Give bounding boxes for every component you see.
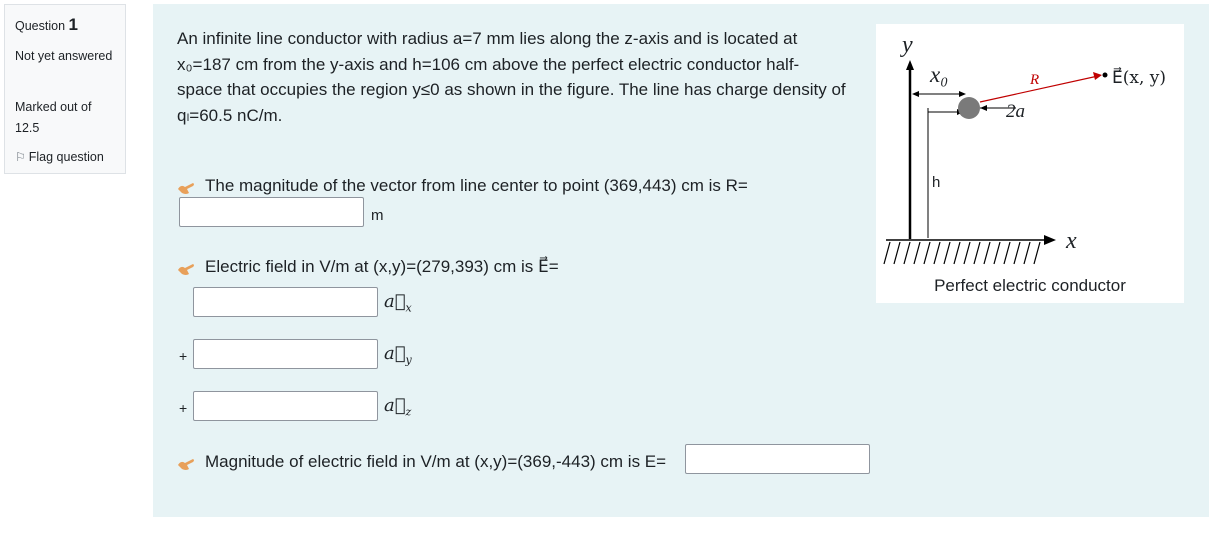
figure-h-label: h [932, 174, 941, 191]
part-3-prompt: Magnitude of electric field in V/m at (x… [177, 452, 666, 472]
figure-x0-label: x₀ [930, 62, 949, 87]
plus-sign: + [179, 400, 188, 416]
answer-r-input[interactable] [179, 197, 364, 227]
answer-e-magnitude-input[interactable] [685, 444, 870, 474]
question-number: Question 1 [15, 15, 78, 35]
unit-vector-ax: a⃗x [384, 291, 412, 315]
part-1-text: The magnitude of the vector from line ce… [205, 176, 748, 195]
question-number-value: 1 [68, 15, 78, 34]
answer-ex-input[interactable] [193, 287, 378, 317]
answer-ey-input[interactable] [193, 339, 378, 369]
part-2-prompt: Electric field in V/m at (x,y)=(279,393)… [177, 257, 559, 277]
question-text-line-4: qₗ=60.5 nC/m. [177, 105, 283, 125]
figure-r-label: R⃗ [1030, 72, 1051, 88]
question-text-line-1: An infinite line conductor with radius a… [177, 29, 798, 48]
question-text: An infinite line conductor with radius a… [177, 26, 877, 128]
pointing-hand-icon [177, 261, 195, 275]
pointing-hand-icon [177, 456, 195, 470]
figure-caption: Perfect electric conductor [934, 276, 1126, 295]
question-label: Question [15, 19, 66, 33]
flag-question-label: Flag question [28, 150, 104, 164]
question-content: An infinite line conductor with radius a… [153, 4, 1209, 517]
question-grade: Marked out of 12.5 [15, 100, 92, 135]
question-state: Not yet answered [15, 49, 113, 63]
unit-vector-az: a⃗z [384, 395, 412, 419]
figure-e-label: E⃗(x, y) [1112, 68, 1167, 88]
answer-r-unit: m [371, 207, 384, 224]
figure-x-label: x [1066, 228, 1077, 254]
answer-ez-input[interactable] [193, 391, 378, 421]
figure-2a-label: 2a [1006, 101, 1025, 122]
plus-sign: + [179, 348, 188, 364]
line-conductor [958, 97, 980, 119]
problem-figure: y x₀ R⃗ E⃗(x, y) 2a h x Perfect electric… [876, 24, 1184, 303]
figure-y-label: y [902, 32, 913, 58]
flag-icon: ⚐ [15, 150, 26, 164]
figure-diagram [883, 60, 1108, 265]
part-3-text: Magnitude of electric field in V/m at (x… [205, 452, 667, 471]
part-2-text: Electric field in V/m at (x,y)=(279,393)… [205, 257, 559, 276]
unit-vector-ay: a⃗y [384, 343, 412, 367]
question-info-panel: Question 1 Not yet answered Marked out o… [4, 4, 126, 174]
question-text-line-3: space that occupies the region y≤0 as sh… [177, 80, 846, 99]
pointing-hand-icon [177, 180, 195, 194]
question-text-line-2: x₀=187 cm from the y-axis and h=106 cm a… [177, 54, 800, 74]
flag-question-link[interactable]: ⚐ Flag question [15, 150, 104, 164]
part-1-prompt: The magnitude of the vector from line ce… [177, 176, 748, 196]
